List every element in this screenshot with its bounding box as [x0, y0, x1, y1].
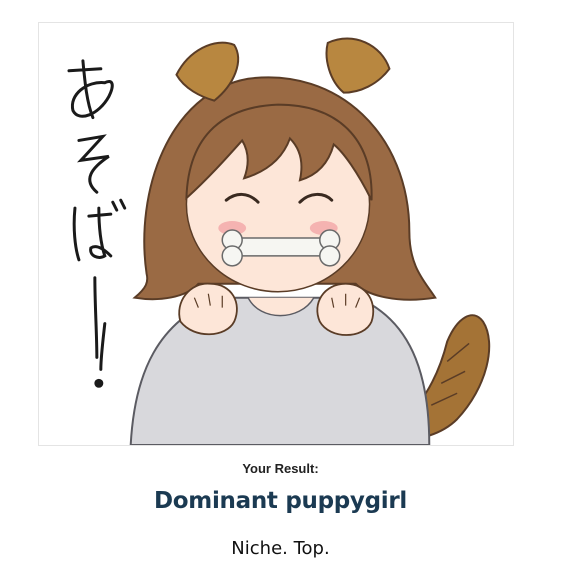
sweater-art: [129, 296, 431, 445]
face-art: [185, 103, 373, 293]
result-image: [38, 22, 514, 446]
result-title: Dominant puppygirl: [154, 488, 407, 514]
result-label: Your Result:: [242, 461, 319, 476]
caption-text-art: [67, 59, 127, 388]
puppygirl-illustration: [67, 37, 491, 445]
result-description: Niche. Top.: [231, 538, 330, 559]
